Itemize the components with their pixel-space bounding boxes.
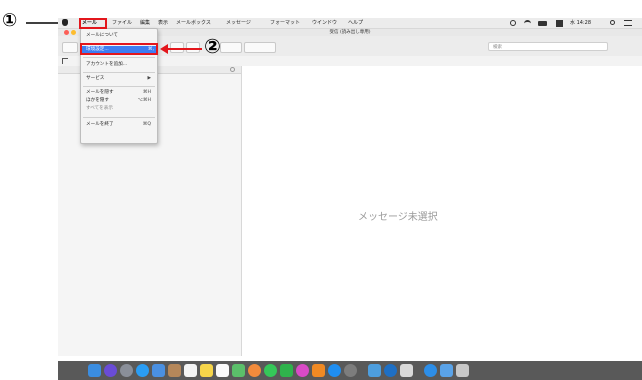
menu-item-quit[interactable]: メールを終了 ⌘Q	[86, 121, 153, 129]
trash-icon[interactable]	[456, 364, 469, 377]
menu-window[interactable]: ウインドウ	[312, 20, 337, 26]
menu-separator	[83, 117, 155, 118]
notes-icon[interactable]	[200, 364, 213, 377]
menu-item-hide-others[interactable]: ほかを隠す ⌥⌘H	[86, 97, 153, 105]
battery-icon[interactable]	[538, 21, 547, 26]
submenu-arrow-icon: ▶	[147, 76, 151, 81]
input-method-icon[interactable]	[556, 20, 563, 27]
menu-message[interactable]: メッセージ	[226, 20, 251, 26]
menu-separator	[83, 86, 155, 87]
documents-folder-icon[interactable]	[440, 364, 453, 377]
quit-shortcut: ⌘Q	[142, 122, 151, 127]
hide-mail-label: メールを隠す	[86, 90, 114, 95]
desktop-screen: メール ファイル 編集 表示 メールボックス メッセージ フォーマット ウインド…	[58, 18, 642, 380]
mailbox-select[interactable]	[244, 42, 276, 53]
services-label: サービス	[86, 76, 105, 81]
highlight-mail-menu	[79, 18, 107, 29]
preview-icon[interactable]	[368, 364, 381, 377]
menu-separator	[83, 57, 155, 58]
minimize-button[interactable]	[71, 30, 76, 35]
menu-mailbox[interactable]: メールボックス	[176, 20, 211, 26]
menu-format[interactable]: フォーマット	[270, 20, 300, 26]
step1-label: ①	[2, 10, 18, 31]
contacts-icon[interactable]	[168, 364, 181, 377]
apple-menu-icon[interactable]	[62, 19, 68, 26]
sidebar-collapse-icon[interactable]	[230, 67, 235, 72]
menu-help[interactable]: ヘルプ	[348, 20, 363, 26]
messages-icon[interactable]	[264, 364, 277, 377]
edge-icon[interactable]	[384, 364, 397, 377]
highlight-preferences	[80, 43, 158, 55]
menu-item-add-account[interactable]: アカウントを追加...	[86, 61, 153, 69]
message-viewer	[242, 66, 642, 356]
safari-icon[interactable]	[136, 364, 149, 377]
quit-label: メールを終了	[86, 122, 114, 127]
clock-text[interactable]: 水 14:28	[570, 20, 591, 26]
flag-button[interactable]	[220, 42, 242, 53]
photos-icon[interactable]	[248, 364, 261, 377]
get-mail-button[interactable]	[62, 42, 78, 53]
ibooks-icon[interactable]	[312, 364, 325, 377]
menu-item-hide-mail[interactable]: メールを隠す ⌘H	[86, 89, 153, 97]
step2-label: ②	[204, 34, 221, 58]
dock	[58, 361, 642, 380]
calendar-icon[interactable]	[184, 364, 197, 377]
finder-icon[interactable]	[88, 364, 101, 377]
mailbox-toggle-icon[interactable]	[62, 58, 68, 64]
facetime-icon[interactable]	[280, 364, 293, 377]
menu-item-services[interactable]: サービス ▶	[86, 75, 153, 83]
menu-item-show-all[interactable]: すべてを表示	[86, 105, 153, 113]
downloads-icon[interactable]	[424, 364, 437, 377]
hide-others-label: ほかを隠す	[86, 98, 109, 103]
menu-item-about[interactable]: メールについて	[86, 32, 153, 40]
reminders-icon[interactable]	[216, 364, 229, 377]
system-preferences-icon[interactable]	[344, 364, 357, 377]
hide-mail-shortcut: ⌘H	[142, 90, 151, 95]
app-store-icon[interactable]	[328, 364, 341, 377]
close-button[interactable]	[64, 30, 69, 35]
no-message-selected-text: メッセージ未選択	[358, 212, 438, 223]
itunes-icon[interactable]	[296, 364, 309, 377]
search-icon[interactable]	[610, 20, 615, 25]
menu-list-icon[interactable]	[624, 20, 632, 26]
wifi-icon[interactable]	[524, 20, 531, 26]
siri-icon[interactable]	[104, 364, 117, 377]
mail-icon[interactable]	[152, 364, 165, 377]
hide-others-shortcut: ⌥⌘H	[137, 98, 151, 103]
launchpad-icon[interactable]	[120, 364, 133, 377]
menu-separator	[83, 72, 155, 73]
maps-icon[interactable]	[232, 364, 245, 377]
status-icon-1[interactable]	[510, 20, 516, 26]
step2-arrow	[160, 44, 202, 54]
menu-file[interactable]: ファイル	[112, 20, 132, 26]
search-input[interactable]: 検索	[488, 42, 608, 51]
excel-icon[interactable]	[400, 364, 413, 377]
menu-view[interactable]: 表示	[158, 20, 168, 26]
menu-edit[interactable]: 編集	[140, 20, 150, 26]
